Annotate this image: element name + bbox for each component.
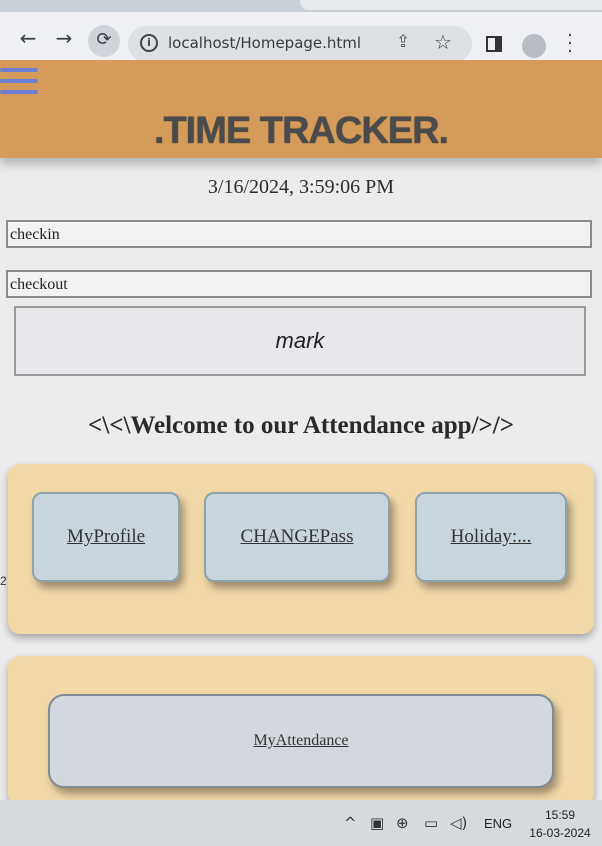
security-icon[interactable]: ▣	[370, 814, 384, 832]
edge-digit: 2	[0, 574, 7, 588]
myattendance-link[interactable]: MyAttendance	[48, 694, 554, 788]
checkin-field[interactable]: checkin	[6, 220, 592, 248]
back-arrow-icon[interactable]: ←	[14, 26, 42, 50]
volume-icon[interactable]: ◁)	[450, 814, 467, 832]
globe-icon[interactable]: ⊕	[396, 814, 409, 832]
page: .TIME TRACKER. 3/16/2024, 3:59:06 PM che…	[0, 60, 602, 800]
share-icon[interactable]: ⇪	[396, 32, 410, 52]
active-tab[interactable]	[300, 0, 602, 10]
info-icon[interactable]: i	[140, 34, 158, 52]
clock[interactable]: 15:59 16-03-2024	[522, 806, 598, 842]
side-panel-icon[interactable]	[486, 36, 502, 52]
current-datetime: 3/16/2024, 3:59:06 PM	[207, 176, 395, 198]
battery-icon[interactable]: ▭	[424, 814, 438, 832]
myprofile-link[interactable]: MyProfile	[32, 492, 180, 582]
browser-toolbar: ← → ⟳ i localhost/Homepage.html ⇪ ☆ · · ·	[0, 12, 602, 62]
language-indicator[interactable]: ENG	[484, 816, 512, 831]
attendance-panel: MyAttendance	[8, 656, 594, 800]
reload-button[interactable]: ⟳	[88, 25, 120, 57]
profile-icon[interactable]	[522, 34, 546, 58]
nav-panel: MyProfile CHANGEPass Holiday:...	[8, 464, 594, 634]
clock-date: 16-03-2024	[529, 826, 591, 840]
url-text[interactable]: localhost/Homepage.html	[168, 34, 361, 52]
checkout-field[interactable]: checkout	[6, 270, 592, 298]
tab-strip	[0, 0, 602, 12]
address-bar[interactable]: i localhost/Homepage.html ⇪ ☆	[128, 26, 472, 62]
welcome-heading: <\<\Welcome to our Attendance app/>/>	[88, 412, 514, 439]
reload-icon: ⟳	[96, 29, 112, 50]
changepass-link[interactable]: CHANGEPass	[204, 492, 390, 582]
clock-time: 15:59	[544, 808, 576, 822]
holiday-link[interactable]: Holiday:...	[415, 492, 567, 582]
mark-button[interactable]: mark	[14, 306, 586, 376]
app-header: .TIME TRACKER.	[0, 60, 602, 158]
menu-icon[interactable]: · · ·	[565, 27, 575, 61]
app-title: .TIME TRACKER.	[153, 110, 449, 152]
hamburger-menu-icon[interactable]	[0, 68, 38, 98]
chevron-up-icon[interactable]: ^	[344, 814, 357, 832]
taskbar: ^ ▣ ⊕ ▭ ◁) ENG 15:59 16-03-2024	[0, 800, 602, 846]
forward-arrow-icon[interactable]: →	[50, 26, 78, 50]
star-icon[interactable]: ☆	[434, 30, 452, 54]
